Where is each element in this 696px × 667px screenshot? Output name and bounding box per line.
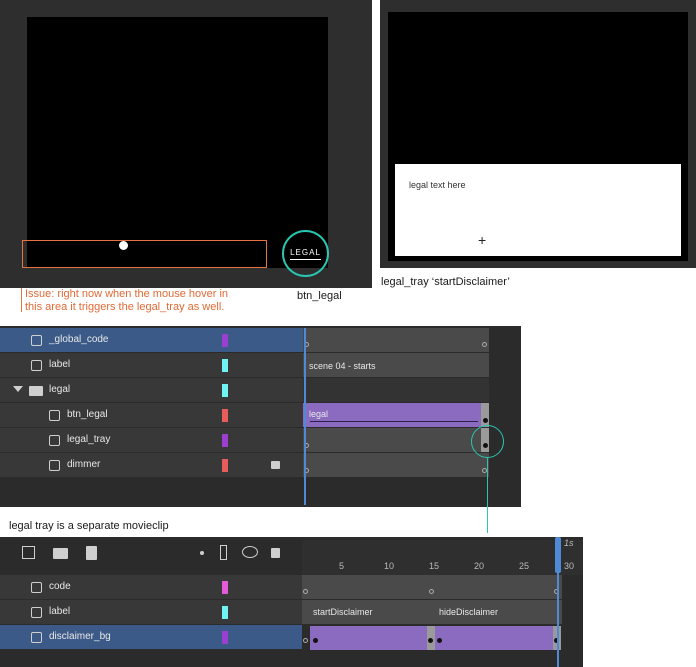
- layer-icon: [31, 360, 42, 371]
- frames-code: [302, 575, 562, 599]
- layer-name: disclaimer_bg: [49, 631, 111, 642]
- layer-list: _global_code label legal btn_legal legal…: [0, 328, 303, 478]
- frame-label-legal: legal: [309, 409, 329, 419]
- layer-name: dimmer: [67, 459, 101, 470]
- layer-row-code[interactable]: code: [0, 575, 302, 600]
- keyframe: [428, 638, 433, 643]
- layer-icon: [31, 632, 42, 643]
- frames-global-code: [303, 328, 489, 352]
- legal-button-label: LEGAL: [290, 248, 321, 260]
- new-folder-icon[interactable]: [53, 548, 68, 559]
- tween-btn-legal: [303, 403, 481, 427]
- outline-icon[interactable]: [220, 545, 227, 560]
- legal-tray-caption: legal_tray ‘startDisclaimer’: [381, 276, 510, 288]
- layer-row-dimmer[interactable]: dimmer: [0, 453, 303, 478]
- layer-row-legal-folder[interactable]: legal: [0, 378, 303, 403]
- ruler-25: 25: [519, 561, 530, 571]
- connector-line: [487, 458, 488, 533]
- layer-name: legal_tray: [67, 434, 111, 445]
- tween-disclaimer-2: [435, 626, 553, 650]
- stage-canvas: [27, 17, 328, 268]
- trash-icon[interactable]: [86, 546, 97, 560]
- layer-icon: [31, 335, 42, 346]
- keyframe: [313, 638, 318, 643]
- playhead[interactable]: [304, 328, 306, 505]
- layer-row-legal-tray[interactable]: legal_tray: [0, 428, 303, 453]
- playhead-handle[interactable]: [555, 537, 561, 573]
- layer-row-label-2[interactable]: label: [0, 600, 302, 625]
- issue-pointer-line: [21, 288, 22, 312]
- layer-color: [222, 631, 228, 644]
- new-layer-icon[interactable]: [22, 546, 35, 559]
- mouse-cursor-dot: [119, 241, 128, 250]
- bullet-icon[interactable]: [200, 551, 204, 555]
- layer-color: [222, 459, 228, 472]
- ruler-30: 30: [564, 561, 575, 571]
- frame-ruler: [302, 540, 583, 575]
- lock-icon[interactable]: [271, 548, 280, 558]
- layer-name: label: [49, 359, 71, 370]
- hover-area-highlight: [22, 240, 267, 268]
- btn-legal-caption: btn_legal: [297, 290, 342, 302]
- frames-legal-folder: [303, 378, 489, 402]
- layer-row-label[interactable]: label: [0, 353, 303, 378]
- layer-row-global-code[interactable]: _global_code: [0, 328, 303, 353]
- legal-button[interactable]: LEGAL: [282, 230, 329, 277]
- layer-row-btn-legal[interactable]: btn_legal: [0, 403, 303, 428]
- frame-end-btn-legal: [481, 403, 489, 427]
- layer-icon: [31, 582, 42, 593]
- layer-color: [222, 434, 228, 447]
- empty-keyframe: [429, 589, 434, 594]
- eye-hidden-icon[interactable]: [242, 546, 258, 558]
- frames-dimmer: [303, 453, 489, 477]
- ruler-10: 10: [384, 561, 395, 571]
- layer-color: [222, 409, 228, 422]
- issue-note-line2: this area it triggers the legal_tray as …: [25, 301, 225, 313]
- layer-color: [222, 581, 228, 594]
- highlight-circle: [471, 425, 504, 458]
- ruler-5: 5: [339, 561, 345, 571]
- empty-keyframe: [303, 589, 308, 594]
- lock-icon[interactable]: [271, 461, 280, 469]
- layer-name: legal: [49, 384, 71, 395]
- movieclip-note: legal tray is a separate movieclip: [9, 520, 169, 532]
- empty-keyframe: [303, 638, 308, 643]
- ruler-15: 15: [429, 561, 440, 571]
- frame-label-hide: hideDisclaimer: [439, 607, 499, 617]
- folder-icon: [29, 386, 43, 396]
- layer-icon: [49, 435, 60, 446]
- layer-name: label: [49, 606, 71, 617]
- tween-arrow: [310, 421, 478, 422]
- ruler-unit: 1s: [564, 538, 574, 548]
- frame-label-scene: scene 04 - starts: [309, 361, 376, 371]
- layer-icon: [49, 460, 60, 471]
- ruler-20: 20: [474, 561, 485, 571]
- layer-icon: [49, 410, 60, 421]
- frames-legal-tray: [303, 428, 489, 452]
- empty-keyframe: [482, 342, 487, 347]
- frame-label-start: startDisclaimer: [313, 607, 373, 617]
- keyframe: [437, 638, 442, 643]
- crosshair-icon: +: [478, 232, 487, 248]
- keyframe: [483, 418, 488, 423]
- layer-icon: [31, 607, 42, 618]
- layer-name: code: [49, 581, 71, 592]
- tween-disclaimer-1: [310, 626, 427, 650]
- chevron-down-icon[interactable]: [13, 386, 23, 392]
- layer-row-disclaimer-bg[interactable]: disclaimer_bg: [0, 625, 302, 650]
- layer-name: btn_legal: [67, 409, 108, 420]
- issue-note-line1: Issue: right now when the mouse hover in: [25, 288, 229, 300]
- legal-tray-panel: [395, 164, 681, 256]
- layer-color: [222, 606, 228, 619]
- layer-color: [222, 359, 228, 372]
- playhead-2[interactable]: [557, 573, 559, 667]
- layer-color: [222, 384, 228, 397]
- layer-name: _global_code: [49, 334, 109, 345]
- legal-tray-text: legal text here: [409, 180, 466, 190]
- layer-color: [222, 334, 228, 347]
